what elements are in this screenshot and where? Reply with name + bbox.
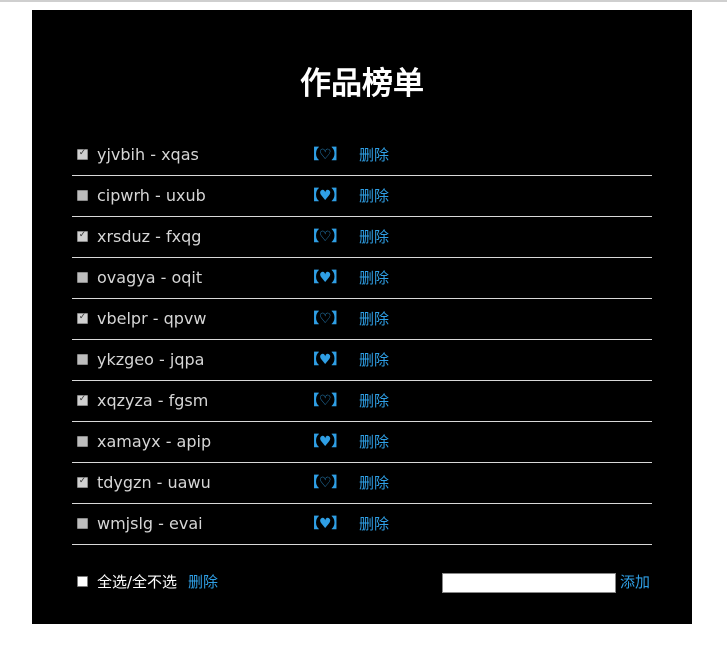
item-name: xrsduz - fxqg bbox=[97, 227, 202, 246]
add-item-input[interactable] bbox=[442, 573, 616, 593]
check-mark-icon: ✓ bbox=[78, 230, 87, 240]
item-checkbox[interactable]: ✓ bbox=[77, 230, 88, 242]
browser-top-border bbox=[0, 0, 727, 2]
delete-item-button[interactable]: 删除 bbox=[359, 187, 389, 205]
item-name: xqzyza - fgsm bbox=[97, 391, 209, 410]
ranking-panel: 作品榜单 ✓yjvbih - xqas【♡】删除✓cipwrh - uxub【♥… bbox=[32, 10, 692, 624]
list-item: ✓ yjvbih - xqas 【♡】 删除 bbox=[72, 135, 652, 176]
list-item: ✓ xrsduz - fxqg 【♡】 删除 bbox=[72, 217, 652, 258]
delete-item-button[interactable]: 删除 bbox=[359, 310, 389, 328]
item-checkbox[interactable]: ✓ bbox=[77, 476, 88, 488]
heart-outline-icon[interactable]: 【♡】 bbox=[305, 147, 346, 163]
heart-filled-icon[interactable]: 【♥】 bbox=[305, 188, 346, 204]
item-name: yjvbih - xqas bbox=[97, 145, 199, 164]
heart-filled-icon[interactable]: 【♥】 bbox=[305, 434, 346, 450]
delete-item-button[interactable]: 删除 bbox=[359, 433, 389, 451]
check-mark-icon: ✓ bbox=[78, 312, 87, 322]
item-name: ykzgeo - jqpa bbox=[97, 350, 205, 369]
select-all-label[interactable]: 全选/全不选 bbox=[97, 572, 177, 592]
heart-outline-icon[interactable]: 【♡】 bbox=[305, 311, 346, 327]
check-mark-icon: ✓ bbox=[78, 148, 87, 158]
list-item: ✓ wmjslg - evai 【♥】删除 bbox=[72, 504, 652, 545]
delete-item-button[interactable]: 删除 bbox=[359, 146, 389, 164]
heart-filled-icon[interactable]: 【♥】 bbox=[305, 352, 346, 368]
delete-item-button[interactable]: 删除 bbox=[359, 228, 389, 246]
item-name: xamayx - apip bbox=[97, 432, 212, 451]
item-checkbox[interactable]: ✓ bbox=[77, 394, 88, 406]
item-name: vbelpr - qpvw bbox=[97, 309, 207, 328]
works-list: ✓yjvbih - xqas【♡】删除✓cipwrh - uxub【♥】删除✓x… bbox=[72, 135, 652, 545]
item-name: cipwrh - uxub bbox=[97, 186, 206, 205]
item-name: ovagya - oqit bbox=[97, 268, 203, 287]
item-checkbox[interactable]: ✓ bbox=[77, 354, 88, 365]
list-item: ✓ cipwrh - uxub 【♥】删除 bbox=[72, 176, 652, 217]
heart-filled-icon[interactable]: 【♥】 bbox=[305, 270, 346, 286]
check-mark-icon: ✓ bbox=[78, 394, 87, 404]
item-checkbox[interactable]: ✓ bbox=[77, 148, 88, 160]
item-name: tdygzn - uawu bbox=[97, 473, 211, 492]
page-title: 作品榜单 bbox=[300, 66, 424, 102]
delete-item-button[interactable]: 删除 bbox=[359, 392, 389, 410]
list-item: ✓ vbelpr - qpvw 【♡】 删除 bbox=[72, 299, 652, 340]
delete-selected-button[interactable]: 删除 bbox=[188, 572, 218, 592]
heart-filled-icon[interactable]: 【♥】 bbox=[305, 516, 346, 532]
heart-outline-icon[interactable]: 【♡】 bbox=[305, 475, 346, 491]
item-checkbox[interactable]: ✓ bbox=[77, 272, 88, 283]
delete-item-button[interactable]: 删除 bbox=[359, 269, 389, 287]
delete-item-button[interactable]: 删除 bbox=[359, 474, 389, 492]
check-mark-icon: ✓ bbox=[78, 476, 87, 486]
list-item: ✓ tdygzn - uawu 【♡】 删除 bbox=[72, 463, 652, 504]
list-item: ✓ xqzyza - fgsm 【♡】 删除 bbox=[72, 381, 652, 422]
item-checkbox[interactable]: ✓ bbox=[77, 436, 88, 447]
item-checkbox[interactable]: ✓ bbox=[77, 518, 88, 529]
heart-outline-icon[interactable]: 【♡】 bbox=[305, 393, 346, 409]
add-button[interactable]: 添加 bbox=[620, 572, 650, 592]
list-footer: ✓ 全选/全不选 删除 添加 bbox=[72, 566, 652, 596]
heart-outline-icon[interactable]: 【♡】 bbox=[305, 229, 346, 245]
item-checkbox[interactable]: ✓ bbox=[77, 312, 88, 324]
list-item: ✓ ykzgeo - jqpa 【♥】删除 bbox=[72, 340, 652, 381]
item-checkbox[interactable]: ✓ bbox=[77, 190, 88, 201]
item-name: wmjslg - evai bbox=[97, 514, 203, 533]
select-all-checkbox[interactable]: ✓ bbox=[77, 576, 88, 587]
list-item: ✓ ovagya - oqit 【♥】删除 bbox=[72, 258, 652, 299]
delete-item-button[interactable]: 删除 bbox=[359, 515, 389, 533]
list-item: ✓ xamayx - apip 【♥】删除 bbox=[72, 422, 652, 463]
delete-item-button[interactable]: 删除 bbox=[359, 351, 389, 369]
